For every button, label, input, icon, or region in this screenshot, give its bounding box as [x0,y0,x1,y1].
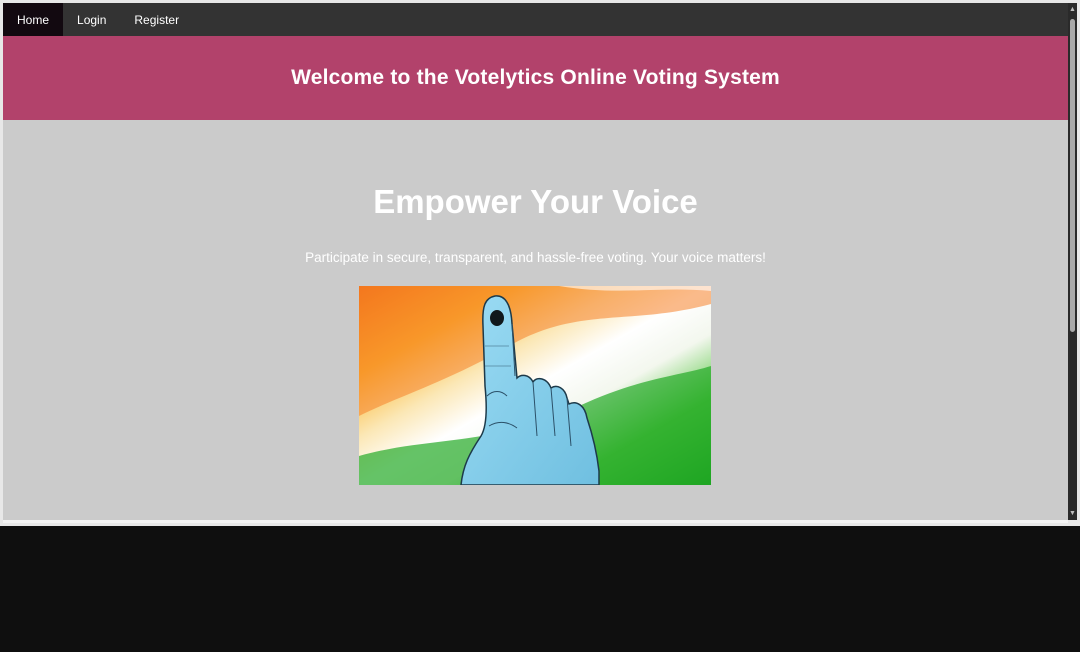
browser-viewport: Home Login Register Welcome to the Votel… [3,3,1068,520]
voting-hand-illustration [359,286,711,485]
hero-section: Empower Your Voice Participate in secure… [3,120,1068,520]
hero-heading: Empower Your Voice [373,183,698,220]
page-title: Welcome to the Votelytics Online Voting … [291,66,780,89]
voting-hand-image [359,286,711,485]
header-banner: Welcome to the Votelytics Online Voting … [3,36,1068,120]
nav-home-link[interactable]: Home [3,3,64,36]
viewport-bottom-edge [3,520,1068,523]
scrollbar-thumb[interactable] [1070,19,1075,332]
nav-register-link[interactable]: Register [120,3,193,36]
scroll-up-icon[interactable]: ▲ [1068,5,1077,14]
vertical-scrollbar[interactable]: ▲ ▼ [1068,3,1077,520]
top-navbar: Home Login Register [3,3,1068,36]
hero-tagline: Participate in secure, transparent, and … [305,250,766,265]
nav-login-link[interactable]: Login [63,3,120,36]
scroll-down-icon[interactable]: ▼ [1068,509,1077,518]
empty-dark-area [0,526,1080,652]
